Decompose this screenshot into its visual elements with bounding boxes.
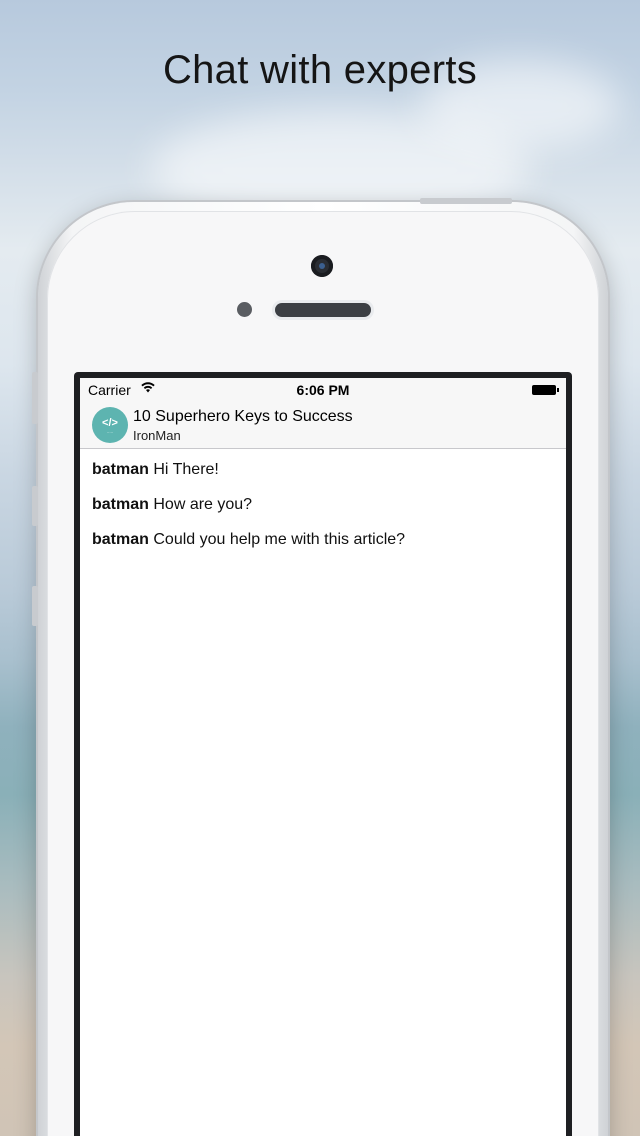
avatar-caption: ····· xyxy=(106,430,114,435)
promo-headline: Chat with experts xyxy=(162,48,478,92)
message-text: How are you? xyxy=(153,496,253,513)
message-username: batman xyxy=(92,496,149,513)
message-item: batman How are you? xyxy=(92,495,554,530)
front-camera-icon xyxy=(311,255,333,277)
chat-title: 10 Superhero Keys to Success xyxy=(133,408,353,425)
chat-header: </> ····· 10 Superhero Keys to Success I… xyxy=(80,402,566,449)
app-screen: Carrier 6:06 PM </> ····· 10 Superhero K… xyxy=(80,378,566,1136)
volume-up-button xyxy=(32,486,38,526)
phone-screen: Carrier 6:06 PM </> ····· 10 Superhero K… xyxy=(74,372,572,1136)
message-list: batman Hi There! batman How are you? bat… xyxy=(92,460,554,565)
battery-icon xyxy=(532,385,559,395)
mute-switch xyxy=(32,372,38,424)
status-time: 6:06 PM xyxy=(296,382,350,398)
earpiece-speaker xyxy=(275,303,371,317)
message-item: batman Hi There! xyxy=(92,460,554,495)
message-item: batman Could you help me with this artic… xyxy=(92,530,554,565)
code-logo-icon[interactable]: </> ····· xyxy=(92,407,128,443)
status-bar: Carrier 6:06 PM xyxy=(80,378,566,402)
chat-subtitle: IronMan xyxy=(133,428,181,443)
message-text: Hi There! xyxy=(153,461,219,478)
message-text: Could you help me with this article? xyxy=(153,531,406,548)
volume-down-button xyxy=(32,586,38,626)
message-username: batman xyxy=(92,531,149,548)
avatar-glyph: </> xyxy=(102,417,118,429)
message-username: batman xyxy=(92,461,149,478)
proximity-sensor xyxy=(237,302,252,317)
power-button xyxy=(420,198,512,204)
